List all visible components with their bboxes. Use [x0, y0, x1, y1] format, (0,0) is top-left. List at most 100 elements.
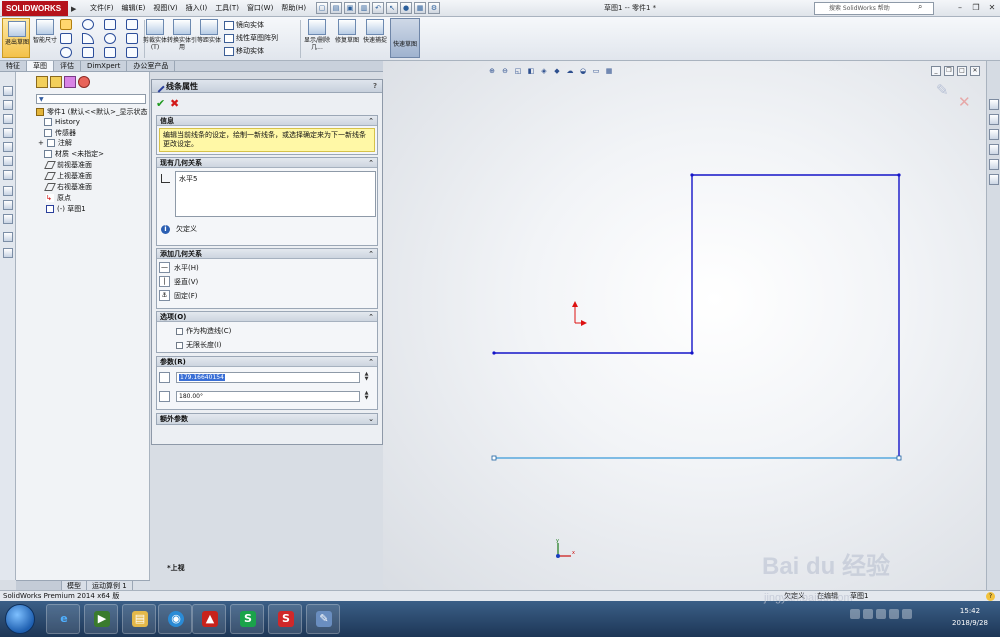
tree-item-right-plane[interactable]: 右视基准面	[44, 182, 92, 192]
sketch-point[interactable]	[897, 173, 901, 177]
circle-tool-icon[interactable]	[82, 19, 94, 30]
sketch-point[interactable]	[492, 351, 496, 355]
fillet-tool-icon[interactable]	[104, 47, 116, 58]
custom-properties-icon[interactable]	[989, 174, 999, 185]
undo-icon[interactable]: ↶	[372, 2, 384, 14]
add-horizontal-button[interactable]: — 水平(H)	[159, 262, 199, 273]
ok-button[interactable]: ✔	[156, 97, 165, 110]
tab-evaluate[interactable]: 评估	[54, 61, 81, 71]
print-icon[interactable]: ▥	[358, 2, 370, 14]
view-normal-icon[interactable]	[3, 142, 13, 152]
sketch-point[interactable]	[690, 173, 694, 177]
offset-entities-button[interactable]: 等距实体	[194, 19, 224, 44]
ellipse-tool-icon[interactable]	[104, 33, 116, 44]
cancel-button[interactable]: ✖	[170, 97, 179, 110]
infinite-length-checkbox[interactable]	[176, 341, 183, 349]
tab-motion-study[interactable]: 运动算例 1	[87, 581, 133, 590]
view-palette-icon[interactable]	[989, 144, 999, 155]
display-delete-relations-button[interactable]: 显示/删除几...	[302, 19, 332, 51]
existing-relations-header[interactable]: 现有几何关系 ⌃	[157, 158, 377, 168]
tree-item-history[interactable]: History	[44, 118, 80, 126]
file-explorer-icon[interactable]	[989, 129, 999, 140]
sketch-canvas[interactable]: x y	[383, 61, 986, 590]
save-icon[interactable]: ▣	[344, 2, 356, 14]
view-front-icon[interactable]	[3, 86, 13, 96]
sketch-endpoint[interactable]	[896, 455, 902, 461]
design-library-icon[interactable]	[989, 114, 999, 125]
repair-sketch-button[interactable]: 修复草图	[332, 19, 362, 44]
taskbar-solidworks-button[interactable]: S	[268, 604, 302, 634]
system-clock[interactable]: 15:42 2018/9/28	[946, 605, 994, 629]
graphics-area[interactable]: ⊕ ⊖ ◱ ◧ ◈ ◆ ☁ ◒ ▭ ▦ _ ❐ □ ✕ ✎ ✕ x y	[383, 61, 986, 590]
convert-entities-button[interactable]: 转换实体引用	[167, 19, 197, 51]
info-group-header[interactable]: 信息 ⌃	[157, 116, 377, 126]
tree-filter-input[interactable]: ▼	[36, 94, 146, 104]
add-relations-header[interactable]: 添加几何关系 ⌃	[157, 249, 377, 259]
taskbar-paint-button[interactable]: ✎	[306, 604, 340, 634]
tray-icon[interactable]	[876, 609, 886, 619]
open-file-icon[interactable]: ▤	[330, 2, 342, 14]
arc-tool-icon[interactable]	[82, 33, 94, 44]
collapse-icon[interactable]: ⌃	[368, 312, 374, 322]
taskbar-browser-button[interactable]: ◉	[158, 604, 192, 634]
menu-insert[interactable]: 插入(I)	[182, 3, 212, 13]
linear-pattern-button[interactable]: 线性草图阵列	[224, 32, 278, 44]
display-manager-tab-icon[interactable]	[78, 76, 90, 88]
rectangle-tool-icon[interactable]	[60, 33, 72, 44]
expand-icon[interactable]: +	[38, 139, 44, 147]
menu-edit[interactable]: 编辑(E)	[118, 3, 150, 13]
sketch-endpoint[interactable]	[491, 455, 497, 461]
sketch-lines[interactable]	[494, 174, 900, 458]
rapid-sketch-button[interactable]: 快速草图	[390, 18, 420, 58]
view-iso-icon[interactable]	[3, 128, 13, 138]
tray-icon[interactable]	[863, 609, 873, 619]
menu-window[interactable]: 窗口(W)	[243, 3, 277, 13]
file-properties-icon[interactable]: ▦	[414, 2, 426, 14]
taskbar-explorer-button[interactable]: ▤	[122, 604, 156, 634]
menu-file[interactable]: 文件(F)	[86, 3, 118, 13]
minimize-icon[interactable]: –	[954, 2, 966, 14]
taskbar-media-button[interactable]: ▶	[84, 604, 118, 634]
tab-office-products[interactable]: 办公室产品	[127, 61, 176, 71]
close-icon[interactable]: ✕	[986, 2, 998, 14]
network-icon[interactable]	[889, 609, 899, 619]
tray-icon[interactable]	[850, 609, 860, 619]
configuration-manager-tab-icon[interactable]	[64, 76, 76, 88]
taskbar-green-app-button[interactable]: S	[230, 604, 264, 634]
solidworks-logo[interactable]: SOLIDWORKS	[2, 1, 68, 16]
collapse-icon[interactable]: ⌃	[368, 249, 374, 259]
tree-item-annotations[interactable]: + 注解	[38, 138, 72, 148]
logo-menu-arrow-icon[interactable]: ▶	[71, 5, 76, 13]
mirror-entities-button[interactable]: 镜向实体	[224, 19, 264, 31]
quick-tips-icon[interactable]: ?	[986, 592, 995, 601]
tree-item-part[interactable]: 零件1 (默认<<默认>_显示状态	[36, 107, 148, 117]
move-entities-button[interactable]: 移动实体	[224, 45, 264, 57]
volume-icon[interactable]	[902, 609, 912, 619]
point-tool-icon[interactable]	[126, 19, 138, 30]
tree-item-origin[interactable]: ↳ 原点	[46, 193, 71, 203]
tree-item-sketch1[interactable]: (-) 草图1	[46, 204, 86, 214]
tab-sketch[interactable]: 草图	[27, 61, 54, 71]
select-icon[interactable]: ↖	[386, 2, 398, 14]
new-file-icon[interactable]: ▢	[316, 2, 328, 14]
construction-option[interactable]: 作为构造线(C)	[176, 326, 231, 336]
tree-item-front-plane[interactable]: 前视基准面	[44, 160, 92, 170]
taskbar-pdf-button[interactable]: ▲	[192, 604, 226, 634]
restore-icon[interactable]: ❐	[970, 2, 982, 14]
help-icon[interactable]: ?	[371, 82, 379, 90]
rebuild-icon[interactable]: ●	[400, 2, 412, 14]
spline-tool-icon[interactable]	[104, 19, 116, 30]
smart-dimension-button[interactable]: 智能尺寸	[30, 19, 60, 44]
polygon-tool-icon[interactable]	[82, 47, 94, 58]
menu-help[interactable]: 帮助(H)	[277, 3, 310, 13]
tree-item-material[interactable]: 材质 <未指定>	[44, 149, 104, 159]
tab-features[interactable]: 特征	[0, 61, 27, 71]
collapse-icon[interactable]: ⌃	[368, 158, 374, 168]
plane-tool-icon[interactable]	[126, 47, 138, 58]
exit-sketch-button[interactable]: 退出草图	[2, 18, 30, 58]
tree-item-sensors[interactable]: 传感器	[44, 128, 76, 138]
tab-model[interactable]: 模型	[62, 581, 87, 590]
relation-item[interactable]: 水平5	[179, 174, 372, 184]
options-header[interactable]: 选项(O) ⌃	[157, 312, 377, 322]
trim-entities-button[interactable]: 剪裁实体(T)	[140, 19, 170, 51]
